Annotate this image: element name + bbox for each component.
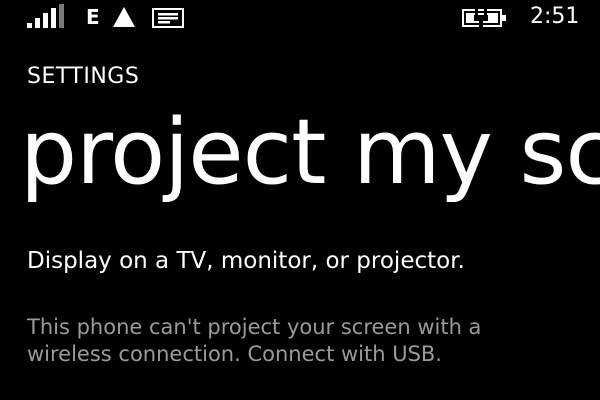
battery-charging-icon: [462, 9, 506, 27]
usb-connection-message: This phone can't project your screen wit…: [27, 315, 482, 366]
page-subtitle: Display on a TV, monitor, or projector.: [27, 248, 465, 274]
wifi-icon: [113, 7, 135, 27]
signal-strength-icon: [27, 4, 67, 28]
network-type-indicator: E: [86, 5, 100, 29]
page-title: project my screen: [20, 103, 600, 203]
status-bar: E 2:51: [0, 0, 600, 40]
breadcrumb: SETTINGS: [27, 64, 140, 89]
message-notification-icon: [152, 8, 184, 28]
clock-time: 2:51: [530, 4, 580, 29]
